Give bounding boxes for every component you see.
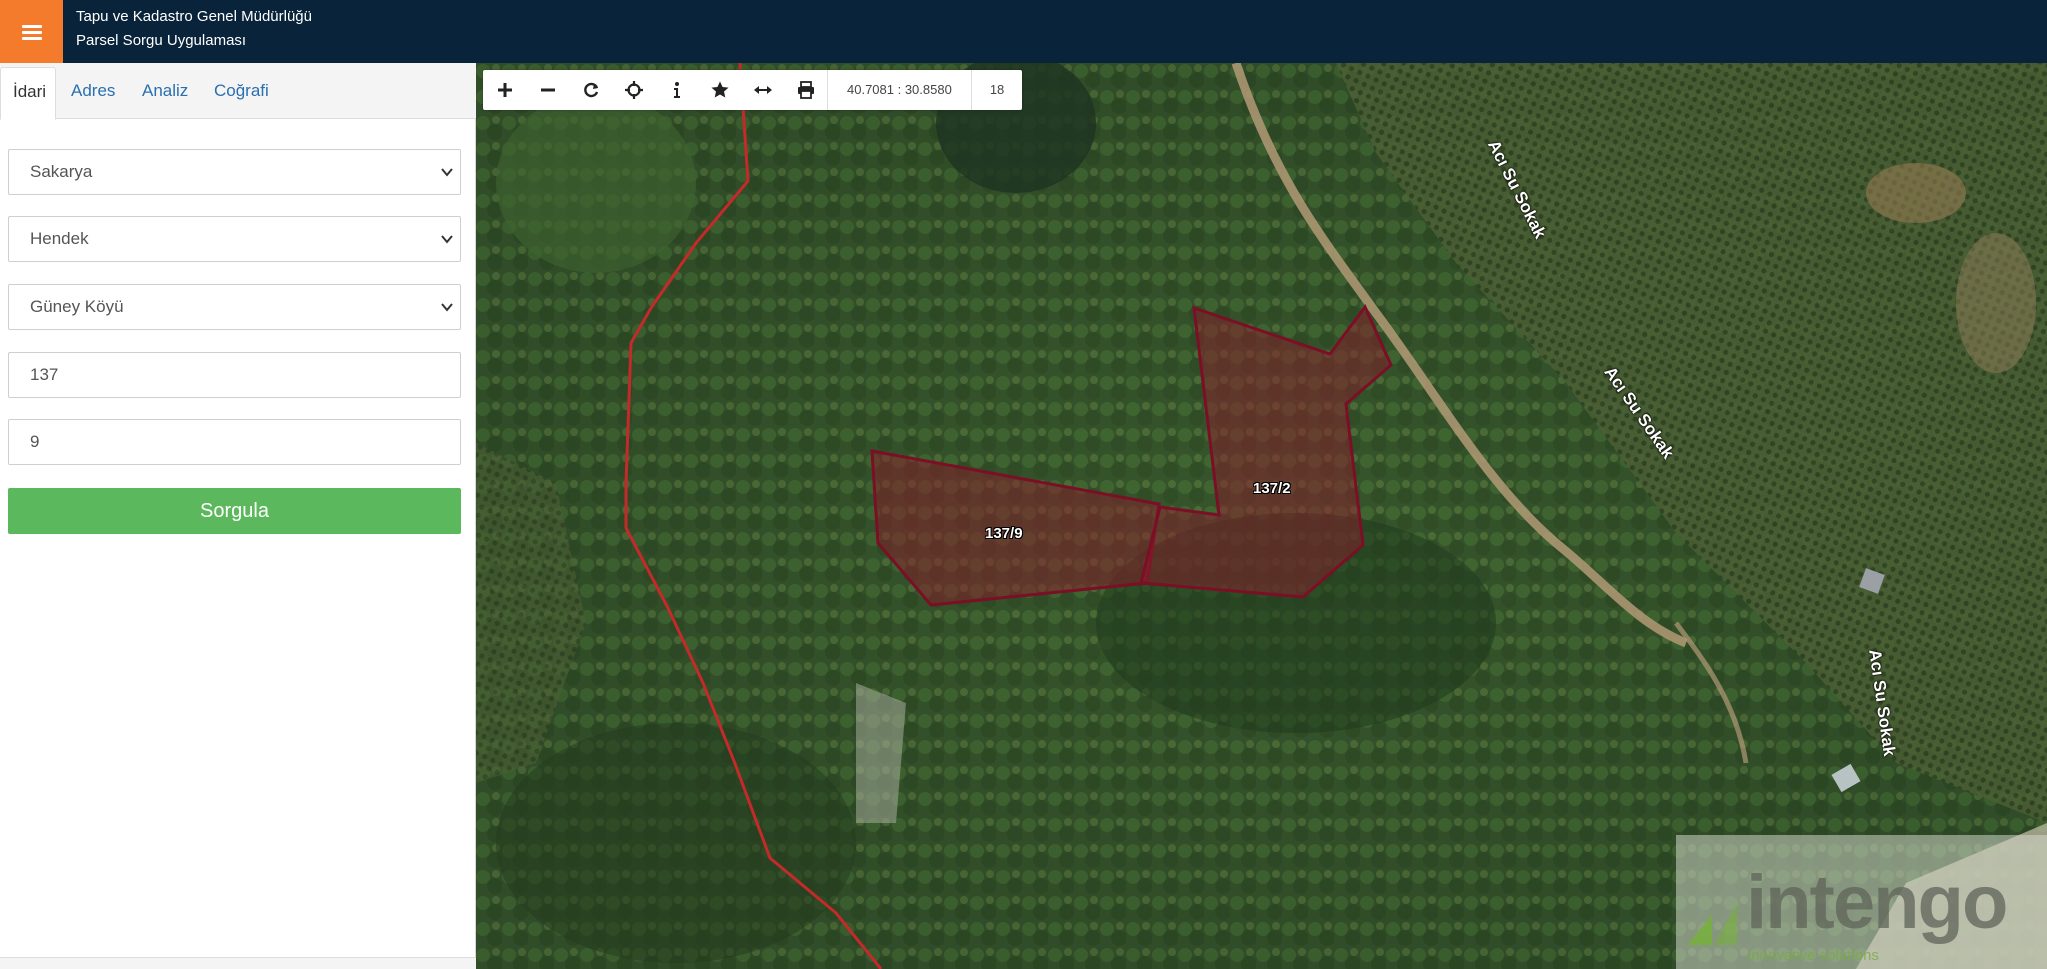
zoom-out-icon	[540, 88, 555, 92]
tab-analiz[interactable]: Analiz	[130, 67, 200, 120]
parcel-input[interactable]: 9	[8, 419, 461, 465]
chevron-down-icon	[441, 168, 453, 177]
parcel-label-137-2[interactable]: 137/2	[1253, 480, 1291, 497]
province-value: Sakarya	[30, 162, 93, 181]
query-button[interactable]: Sorgula	[8, 488, 461, 534]
tab-cografi[interactable]: Coğrafi	[202, 67, 281, 120]
province-select[interactable]: Sakarya	[8, 149, 461, 195]
sidebar-footer	[0, 957, 476, 969]
chevron-down-icon	[441, 235, 453, 244]
locate-button[interactable]	[612, 70, 655, 110]
app-header: Tapu ve Kadastro Genel Müdürlüğü Parsel …	[0, 0, 2047, 63]
parcel-value: 9	[30, 432, 40, 451]
star-icon	[711, 81, 728, 98]
menu-button[interactable]	[0, 0, 63, 63]
district-value: Hendek	[30, 229, 89, 248]
arrows-horizontal-icon	[753, 86, 772, 94]
print-icon	[797, 81, 814, 99]
refresh-button[interactable]	[569, 70, 612, 110]
app-title-line2: Parsel Sorgu Uygulaması	[76, 32, 247, 49]
locate-icon	[624, 81, 643, 99]
zoom-out-button[interactable]	[526, 70, 569, 110]
coordinate-readout: 40.7081 : 30.8580	[827, 70, 971, 110]
block-value: 137	[30, 365, 59, 384]
neighborhood-select[interactable]: Güney Köyü	[8, 284, 461, 330]
map-view[interactable]: 137/9 137/2 Acı Su Sokak Acı Su Sokak Ac…	[476, 63, 2047, 969]
favorite-button[interactable]	[698, 70, 741, 110]
tab-bar: İdari Adres Analiz Coğrafi	[0, 63, 476, 120]
tab-adres[interactable]: Adres	[59, 67, 127, 120]
chevron-down-icon	[441, 303, 453, 312]
hamburger-icon	[21, 24, 42, 40]
refresh-icon	[583, 82, 598, 98]
neighborhood-value: Güney Köyü	[30, 297, 124, 316]
measure-button[interactable]	[741, 70, 784, 110]
tab-idari[interactable]: İdari	[0, 67, 56, 120]
zoom-in-icon	[497, 83, 512, 97]
district-select[interactable]: Hendek	[8, 216, 461, 262]
info-icon	[673, 82, 680, 98]
zoom-level: 18	[970, 70, 1022, 110]
zoom-in-button[interactable]	[483, 70, 526, 110]
sidebar: İdari Adres Analiz Coğrafi Sakarya Hende…	[0, 63, 476, 969]
map-toolbar: 40.7081 : 30.8580 18	[483, 70, 1023, 110]
aerial-imagery	[476, 63, 2047, 969]
print-button[interactable]	[784, 70, 827, 110]
watermark-name: intengo	[1746, 860, 2008, 945]
parcel-label-137-9[interactable]: 137/9	[985, 525, 1023, 542]
app-title-line1: Tapu ve Kadastro Genel Müdürlüğü	[76, 8, 312, 25]
intengo-watermark: intengo innovative solutions	[1676, 835, 2047, 969]
block-input[interactable]: 137	[8, 352, 461, 398]
watermark-tagline: innovative solutions	[1748, 947, 1879, 964]
intengo-logo-icon	[1687, 903, 1737, 945]
app-title: Tapu ve Kadastro Genel Müdürlüğü Parsel …	[76, 5, 312, 53]
info-button[interactable]	[655, 70, 698, 110]
